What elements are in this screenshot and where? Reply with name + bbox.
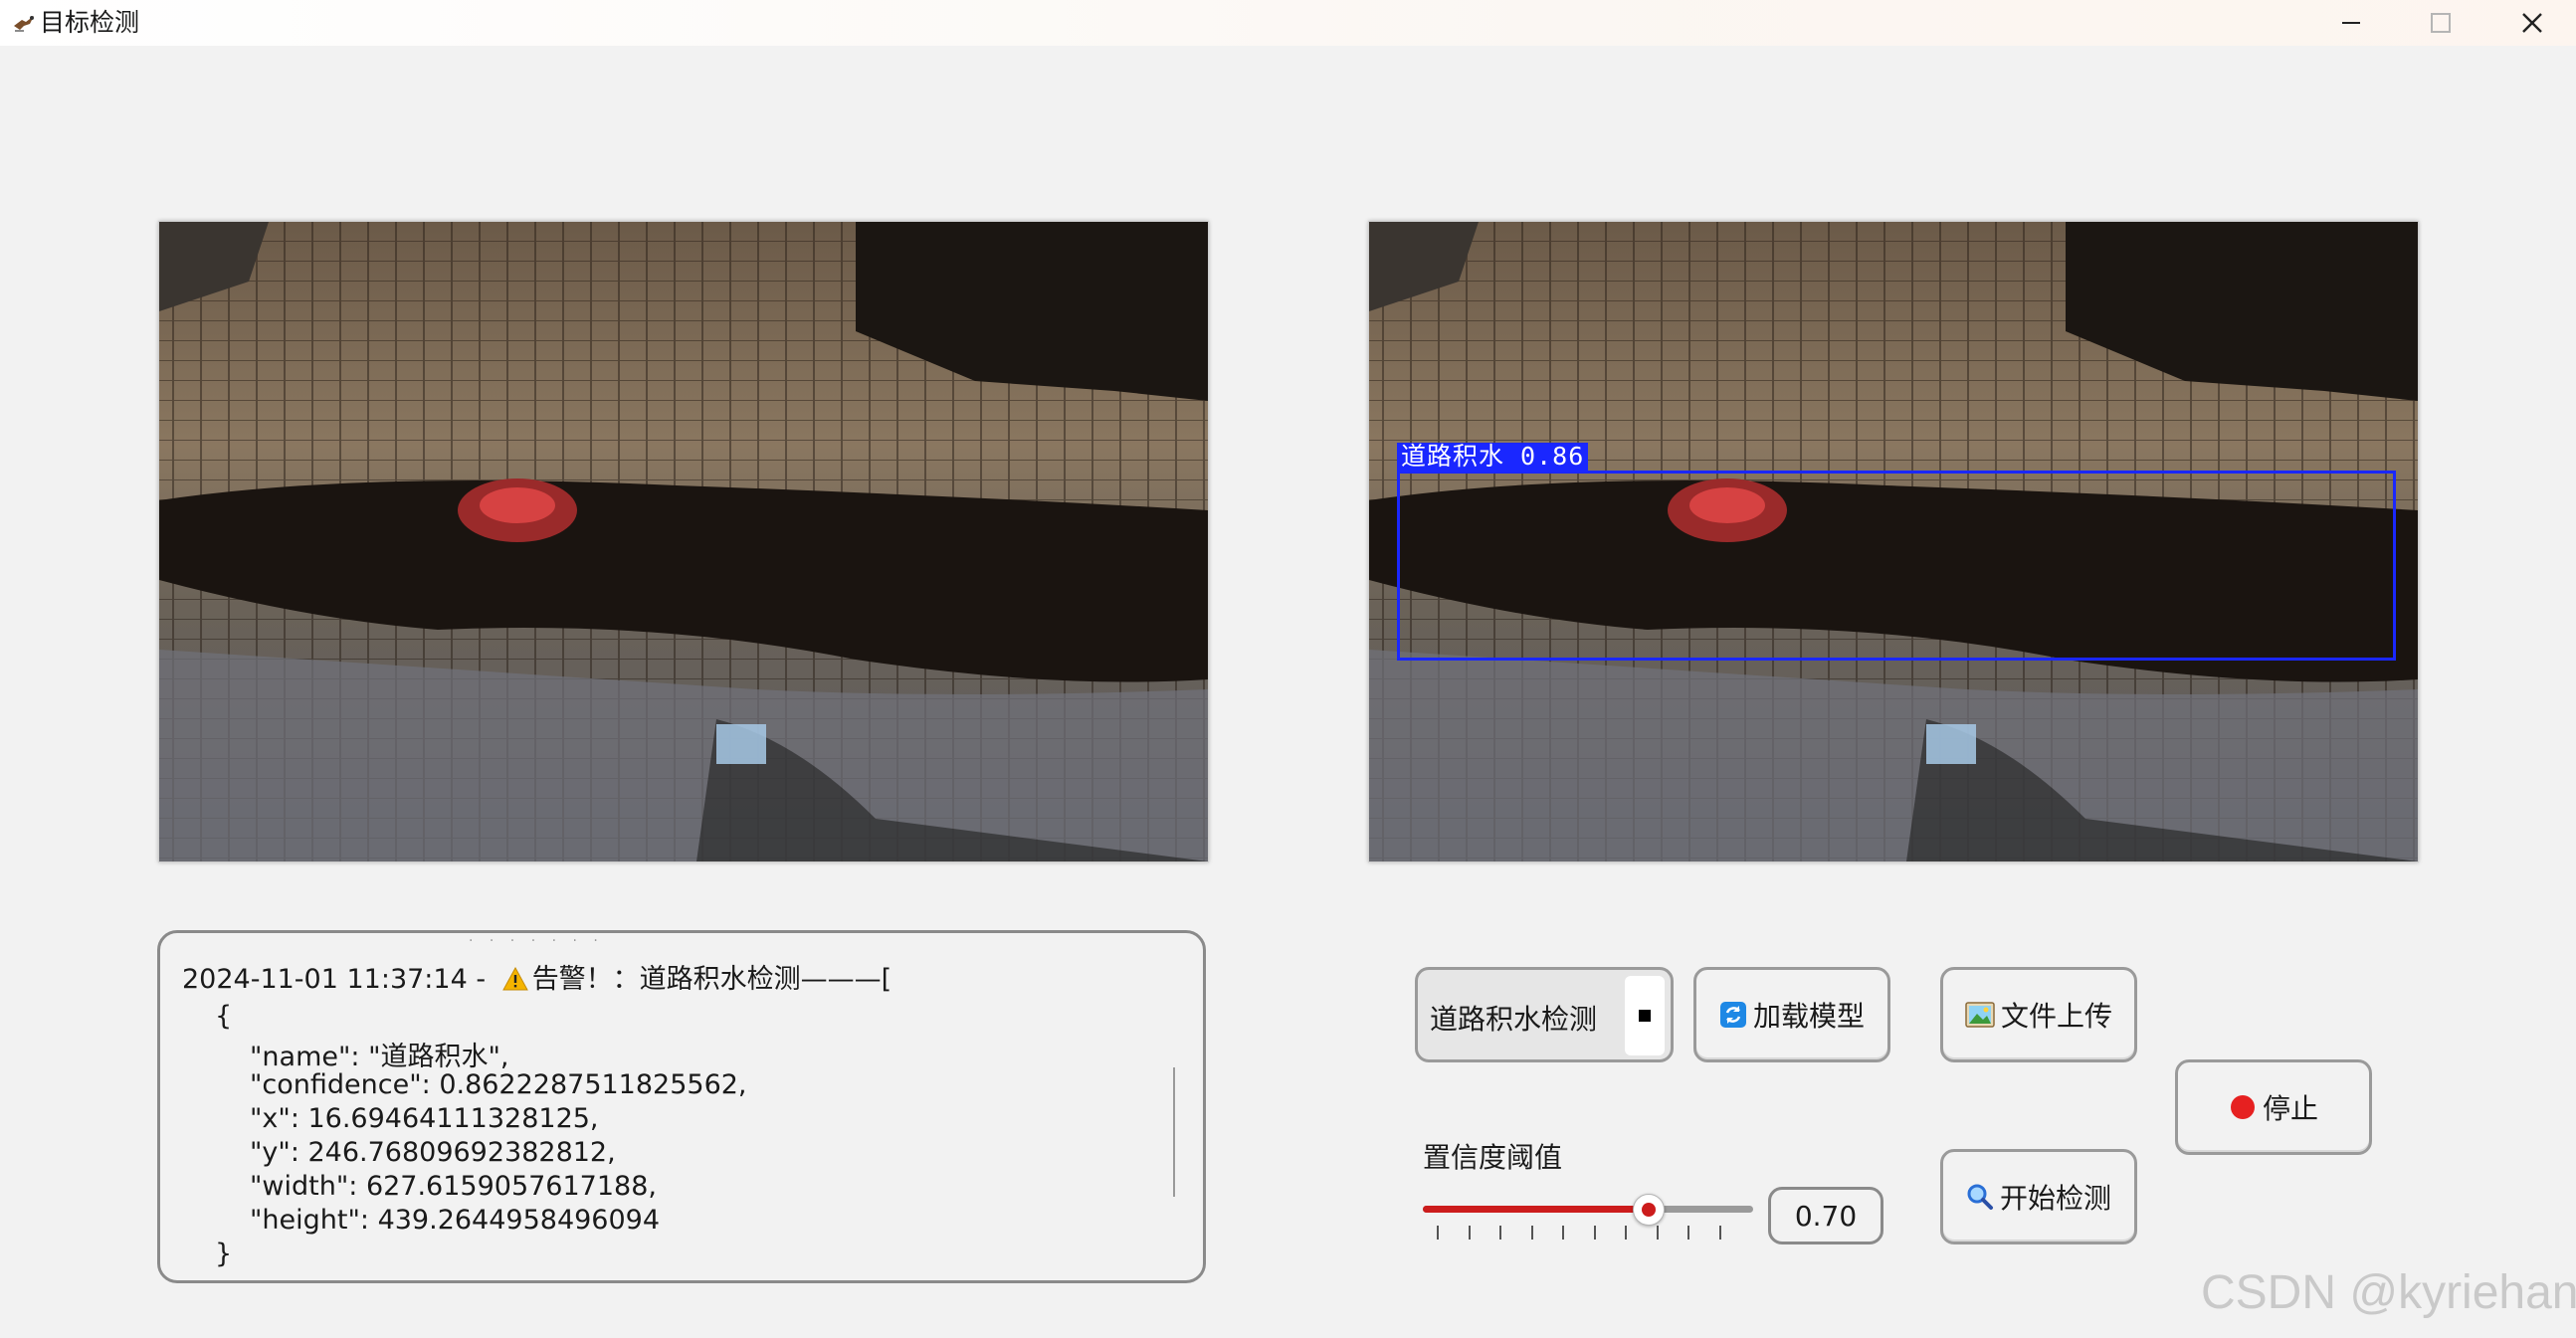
start-detect-button[interactable]: 开始检测: [1940, 1149, 2137, 1244]
log-line: "height": 439.2644958496094: [250, 1205, 661, 1236]
slider-tick: [1437, 1226, 1439, 1240]
resize-dots: · · · · · · ·: [469, 933, 604, 949]
file-upload-label: 文件上传: [2000, 1000, 2112, 1033]
minimize-button[interactable]: [2306, 0, 2396, 46]
slider-tick: [1562, 1226, 1564, 1240]
log-timestamp: 2024-11-01 11:37:14 -: [182, 964, 487, 995]
picture-icon: [1965, 1002, 1995, 1028]
log-line: {: [215, 1001, 233, 1032]
file-upload-button[interactable]: 文件上传: [1940, 967, 2137, 1062]
title-bar: 目标检测: [0, 0, 2576, 46]
log-line: "name": "道路积水",: [250, 1042, 509, 1072]
load-model-button[interactable]: 加载模型: [1693, 967, 1890, 1062]
red-circle-icon: [2230, 1095, 2255, 1119]
threshold-label: 置信度阈值: [1423, 1141, 1563, 1174]
window-title: 目标检测: [40, 8, 140, 37]
detection-bounding-box: [1397, 471, 2396, 661]
log-header: 2024-11-01 11:37:14 - 告警！：道路积水检测———[: [182, 957, 892, 996]
slider-handle[interactable]: [1632, 1194, 1665, 1226]
model-select[interactable]: 道路积水检测: [1415, 967, 1674, 1062]
log-line: }: [215, 1239, 233, 1269]
refresh-icon: [1719, 1002, 1746, 1028]
close-button[interactable]: [2487, 0, 2576, 46]
square-icon: [1639, 1010, 1651, 1022]
magnifier-icon: [1967, 1184, 1993, 1210]
model-select-value: 道路积水检测: [1430, 1003, 1598, 1036]
slider-tick: [1656, 1226, 1659, 1240]
slider-tick: [1687, 1226, 1689, 1240]
maximize-icon: [2431, 13, 2451, 33]
load-model-label: 加载模型: [1752, 1000, 1865, 1033]
watermark: CSDN @kyriehan: [2201, 1266, 2576, 1319]
slider-tick: [1468, 1226, 1471, 1240]
slider-tick: [1593, 1226, 1596, 1240]
threshold-slider[interactable]: [1423, 1189, 1753, 1248]
log-alert-text: 告警！：道路积水检测———[: [531, 964, 892, 995]
detection-image-panel: 道路积水 0.86: [1368, 221, 2419, 862]
stop-label: 停止: [2262, 1092, 2318, 1125]
threshold-value-box[interactable]: 0.70: [1768, 1187, 1883, 1244]
detection-label: 道路积水 0.86: [1397, 443, 1589, 471]
log-line: "x": 16.69464111328125,: [250, 1103, 599, 1134]
minimize-icon: [2342, 22, 2360, 24]
slider-tick: [1718, 1226, 1721, 1240]
slider-tick: [1499, 1226, 1501, 1240]
original-image-panel: [158, 221, 1209, 862]
slider-tick: [1625, 1226, 1627, 1240]
maximize-button[interactable]: [2396, 0, 2485, 46]
warning-icon: [501, 967, 528, 991]
log-line: "confidence": 0.8622287511825562,: [250, 1069, 747, 1100]
start-detect-label: 开始检测: [1999, 1182, 2111, 1215]
stop-button[interactable]: 停止: [2175, 1059, 2372, 1155]
log-scrollbar[interactable]: [1173, 1067, 1175, 1197]
app-bird-icon: [14, 16, 34, 32]
log-panel: · · · · · · · 2024-11-01 11:37:14 - 告警！：…: [157, 930, 1206, 1283]
slider-fill: [1423, 1206, 1648, 1213]
log-line: "y": 246.76809692382812,: [250, 1137, 616, 1168]
road-water-image: [159, 222, 1208, 861]
model-select-dropdown-button[interactable]: [1625, 976, 1665, 1055]
slider-tick: [1530, 1226, 1533, 1240]
log-line: "width": 627.6159057617188,: [250, 1171, 657, 1202]
close-icon: [2522, 13, 2542, 33]
